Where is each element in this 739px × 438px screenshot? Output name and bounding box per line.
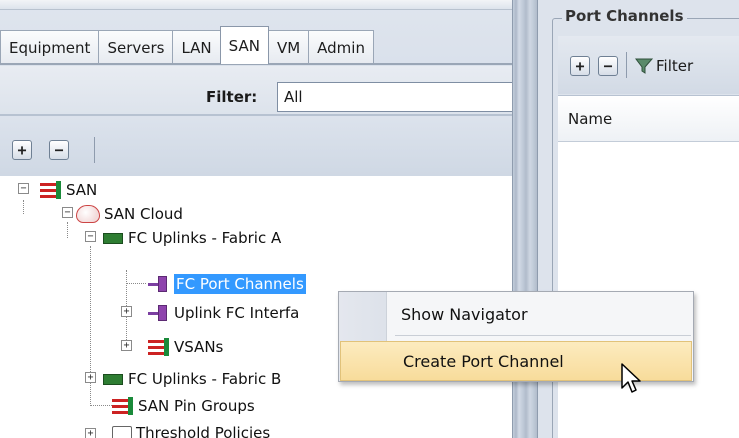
menu-separator (395, 335, 691, 336)
tree-item-fc-port-channels[interactable]: FC Port Channels (148, 272, 306, 296)
plus-box-icon: + (575, 56, 585, 75)
tree-item-label: SAN Pin Groups (138, 397, 255, 415)
port-channel-icon (148, 304, 170, 322)
content-title: Port Channels (562, 7, 687, 25)
remove-port-channel-button[interactable]: − (598, 56, 618, 76)
toolbar-divider (94, 137, 95, 163)
tree-item-label: FC Uplinks - Fabric A (128, 229, 282, 247)
add-port-channel-button[interactable]: + (570, 56, 590, 76)
filter-select[interactable]: All (277, 82, 517, 112)
tree-connector (126, 283, 146, 284)
tab-equipment[interactable]: Equipment (0, 30, 100, 64)
tree-item-san-cloud[interactable]: SAN Cloud (76, 202, 183, 226)
port-channel-icon (148, 275, 170, 293)
filter-button-label: Filter (656, 57, 694, 75)
column-header-name[interactable]: Name (558, 96, 739, 142)
tree-item-san-pin-groups[interactable]: SAN Pin Groups (112, 394, 255, 418)
expand-toggle-fabric-b[interactable]: + (85, 372, 96, 383)
tab-admin[interactable]: Admin (308, 30, 374, 64)
tree-item-label: VSANs (174, 338, 224, 356)
expand-toggle-uplink-fc-interfaces[interactable]: + (121, 306, 132, 317)
threshold-icon (112, 426, 132, 438)
toolbar-divider (626, 52, 627, 78)
tree-item-fc-uplinks-fabric-a[interactable]: FC Uplinks - Fabric A (103, 226, 281, 250)
menu-item-show-navigator[interactable]: Show Navigator (339, 294, 693, 334)
tree-item-threshold-policies[interactable]: Threshold Policies (112, 421, 270, 438)
tree-item-uplink-fc-interfaces[interactable]: Uplink FC Interfa (148, 301, 299, 325)
tree-item-label: Threshold Policies (136, 424, 271, 438)
tab-lan[interactable]: LAN (172, 30, 221, 64)
tree-item-label: SAN Cloud (104, 205, 183, 223)
mouse-cursor-icon (621, 363, 641, 393)
expand-toggle-vsans[interactable]: + (121, 340, 132, 351)
minus-box-icon: − (603, 56, 613, 75)
tree-item-san[interactable]: SAN (40, 178, 97, 202)
collapse-all-button[interactable]: − (49, 140, 69, 160)
navigation-tabs: Equipment Servers LAN SAN VM Admin (0, 26, 512, 64)
san-icon (40, 181, 62, 199)
tree-item-label: SAN (66, 181, 98, 199)
san-icon (112, 397, 134, 415)
plus-box-icon: + (17, 140, 27, 159)
tab-san[interactable]: SAN (219, 26, 269, 64)
tree-item-vsans[interactable]: VSANs (148, 335, 223, 359)
tree-connector (67, 222, 68, 238)
fabric-interconnect-icon (103, 373, 123, 385)
collapse-toggle-fabric-a[interactable]: − (85, 231, 96, 242)
menu-item-label: Show Navigator (401, 304, 528, 324)
tree-item-label: Uplink FC Interfa (174, 304, 300, 322)
menu-item-label: Create Port Channel (403, 351, 564, 371)
fabric-interconnect-icon (103, 232, 123, 244)
collapse-toggle-san-cloud[interactable]: − (62, 207, 73, 218)
tree-item-fc-uplinks-fabric-b[interactable]: FC Uplinks - Fabric B (103, 367, 281, 391)
filter-icon (635, 58, 654, 74)
expand-all-button[interactable]: + (12, 140, 32, 160)
tree-connector (90, 405, 112, 406)
minus-box-icon: − (54, 140, 64, 159)
tab-vm[interactable]: VM (267, 30, 310, 64)
tree-item-label: FC Uplinks - Fabric B (128, 370, 282, 388)
expand-toggle-threshold-policies[interactable]: + (85, 428, 96, 438)
top-strip (0, 0, 512, 10)
tree-connector (23, 200, 24, 214)
port-channels-table: Name (558, 95, 739, 438)
cloud-icon (76, 205, 100, 223)
tree-item-label: FC Port Channels (174, 274, 306, 294)
tab-servers[interactable]: Servers (98, 30, 174, 64)
collapse-toggle-san[interactable]: − (18, 183, 29, 194)
tree-toolbar (0, 120, 512, 176)
filter-label: Filter: (206, 88, 258, 106)
divider (0, 114, 512, 116)
san-icon (148, 338, 170, 356)
filter-button[interactable]: Filter (634, 56, 693, 76)
